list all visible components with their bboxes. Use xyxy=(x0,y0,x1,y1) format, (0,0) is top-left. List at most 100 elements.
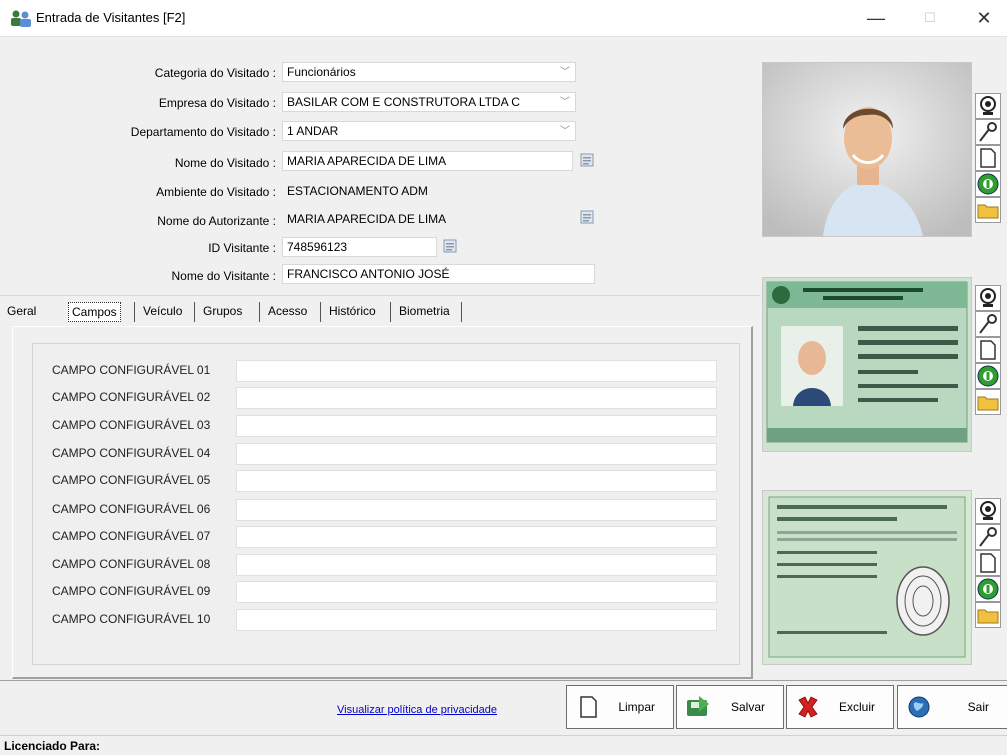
campo-label-05: CAMPO CONFIGURÁVEL 05 xyxy=(52,473,211,487)
campo-field-09[interactable] xyxy=(236,581,717,603)
categoria-label: Categoria do Visitado : xyxy=(154,66,276,80)
empresa-select[interactable]: BASILAR COM E CONSTRUTORA LTDA C ﹀ xyxy=(282,92,576,112)
campo-label-02: CAMPO CONFIGURÁVEL 02 xyxy=(52,390,211,404)
info-button[interactable] xyxy=(975,171,1001,197)
tabs-divider xyxy=(0,295,760,296)
tab-acesso[interactable]: Acesso xyxy=(265,302,310,320)
camera-button[interactable] xyxy=(975,93,1001,119)
lookup-icon[interactable] xyxy=(580,153,594,167)
webcam-icon xyxy=(980,501,996,520)
open-folder-button[interactable] xyxy=(975,197,1001,223)
nome-visitado-field[interactable]: MARIA APARECIDA DE LIMA xyxy=(282,151,573,171)
departamento-label: Departamento do Visitado : xyxy=(130,125,276,139)
tab-biometria[interactable]: Biometria xyxy=(396,302,453,320)
lookup-icon[interactable] xyxy=(580,210,594,224)
empresa-label: Empresa do Visitado : xyxy=(158,96,276,110)
camera-button[interactable] xyxy=(975,498,1001,524)
tab-geral[interactable]: Geral xyxy=(4,302,39,320)
empresa-value: BASILAR COM E CONSTRUTORA LTDA C xyxy=(287,95,520,109)
campo-label-09: CAMPO CONFIGURÁVEL 09 xyxy=(52,584,211,598)
id-card-front-icon xyxy=(763,278,971,451)
privacy-policy-link[interactable]: Visualizar política de privacidade xyxy=(337,704,497,716)
scanner-button[interactable] xyxy=(975,524,1001,550)
campo-field-02[interactable] xyxy=(236,387,717,409)
tab-historico[interactable]: Histórico xyxy=(326,302,379,320)
scanner-icon xyxy=(979,122,997,142)
document-back-photo xyxy=(762,490,972,665)
folder-icon xyxy=(977,609,999,624)
campo-field-06[interactable] xyxy=(236,499,717,521)
webcam-icon xyxy=(980,96,996,115)
tab-separator xyxy=(461,302,462,322)
campo-field-08[interactable] xyxy=(236,554,717,576)
footer-divider xyxy=(0,680,1007,681)
categoria-value: Funcionários xyxy=(287,65,356,79)
salvar-label: Salvar xyxy=(730,700,765,714)
camera-button[interactable] xyxy=(975,285,1001,311)
tab-separator xyxy=(320,302,321,322)
visitor-photo xyxy=(762,62,972,237)
info-button[interactable] xyxy=(975,363,1001,389)
tab-separator xyxy=(134,302,135,322)
folder-icon xyxy=(977,204,999,219)
tab-grupos[interactable]: Grupos xyxy=(200,302,245,320)
limpar-label: Limpar xyxy=(618,700,655,714)
campo-label-07: CAMPO CONFIGURÁVEL 07 xyxy=(52,529,211,543)
campo-label-04: CAMPO CONFIGURÁVEL 04 xyxy=(52,446,211,460)
tab-veiculo[interactable]: Veículo xyxy=(140,302,185,320)
id-card-back-icon xyxy=(763,491,971,664)
campo-label-03: CAMPO CONFIGURÁVEL 03 xyxy=(52,418,211,432)
scanner-icon xyxy=(979,314,997,334)
id-visitante-label: ID Visitante : xyxy=(208,241,276,255)
autorizante-field: MARIA APARECIDA DE LIMA xyxy=(282,209,573,229)
close-button[interactable]: ✕ xyxy=(961,0,1007,36)
maximize-button[interactable]: ☐ xyxy=(907,0,953,36)
tab-campos[interactable]: Campos xyxy=(68,302,121,322)
campo-label-06: CAMPO CONFIGURÁVEL 06 xyxy=(52,502,211,516)
ambiente-field: ESTACIONAMENTO ADM xyxy=(282,181,573,201)
scanner-button[interactable] xyxy=(975,311,1001,337)
autorizante-label: Nome do Autorizante : xyxy=(157,214,276,228)
status-bar xyxy=(0,735,1007,755)
nome-visitante-label: Nome do Visitante : xyxy=(171,269,276,283)
chevron-down-icon: ﹀ xyxy=(560,67,570,78)
blank-page-icon xyxy=(980,148,996,168)
nome-visitante-field[interactable]: FRANCISCO ANTONIO JOSÉ xyxy=(282,264,595,284)
ambiente-label: Ambiente do Visitado : xyxy=(156,185,276,199)
excluir-button[interactable]: Excluir xyxy=(786,685,894,729)
nome-visitado-label: Nome do Visitado : xyxy=(174,156,276,170)
green-info-icon xyxy=(977,173,999,195)
open-folder-button[interactable] xyxy=(975,602,1001,628)
sair-button[interactable]: Sair xyxy=(897,685,1007,729)
new-document-button[interactable] xyxy=(975,145,1001,171)
scanner-button[interactable] xyxy=(975,119,1001,145)
departamento-value: 1 ANDAR xyxy=(287,124,339,138)
window-title: Entrada de Visitantes [F2] xyxy=(36,10,186,25)
campo-field-05[interactable] xyxy=(236,470,717,492)
excluir-label: Excluir xyxy=(838,700,875,714)
departamento-select[interactable]: 1 ANDAR ﹀ xyxy=(282,121,576,141)
campo-field-03[interactable] xyxy=(236,415,717,437)
campo-field-04[interactable] xyxy=(236,443,717,465)
tab-separator xyxy=(390,302,391,322)
new-document-button[interactable] xyxy=(975,337,1001,363)
info-button[interactable] xyxy=(975,576,1001,602)
campo-field-10[interactable] xyxy=(236,609,717,631)
salvar-button[interactable]: Salvar xyxy=(676,685,784,729)
licensed-to-label: Licenciado Para: xyxy=(4,739,101,753)
open-folder-button[interactable] xyxy=(975,389,1001,415)
limpar-button[interactable]: Limpar xyxy=(566,685,674,729)
minimize-button[interactable]: — xyxy=(853,0,899,36)
campo-field-01[interactable] xyxy=(236,360,717,382)
campo-label-01: CAMPO CONFIGURÁVEL 01 xyxy=(52,363,211,377)
blank-page-icon xyxy=(980,553,996,573)
scanner-icon xyxy=(979,527,997,547)
new-document-button[interactable] xyxy=(975,550,1001,576)
webcam-icon xyxy=(980,288,996,307)
categoria-select[interactable]: Funcionários ﹀ xyxy=(282,62,576,82)
campo-field-07[interactable] xyxy=(236,526,717,548)
chevron-down-icon: ﹀ xyxy=(560,126,570,137)
lookup-icon[interactable] xyxy=(443,239,457,253)
person-photo-icon xyxy=(763,63,971,236)
id-visitante-field[interactable]: 748596123 xyxy=(282,237,437,257)
